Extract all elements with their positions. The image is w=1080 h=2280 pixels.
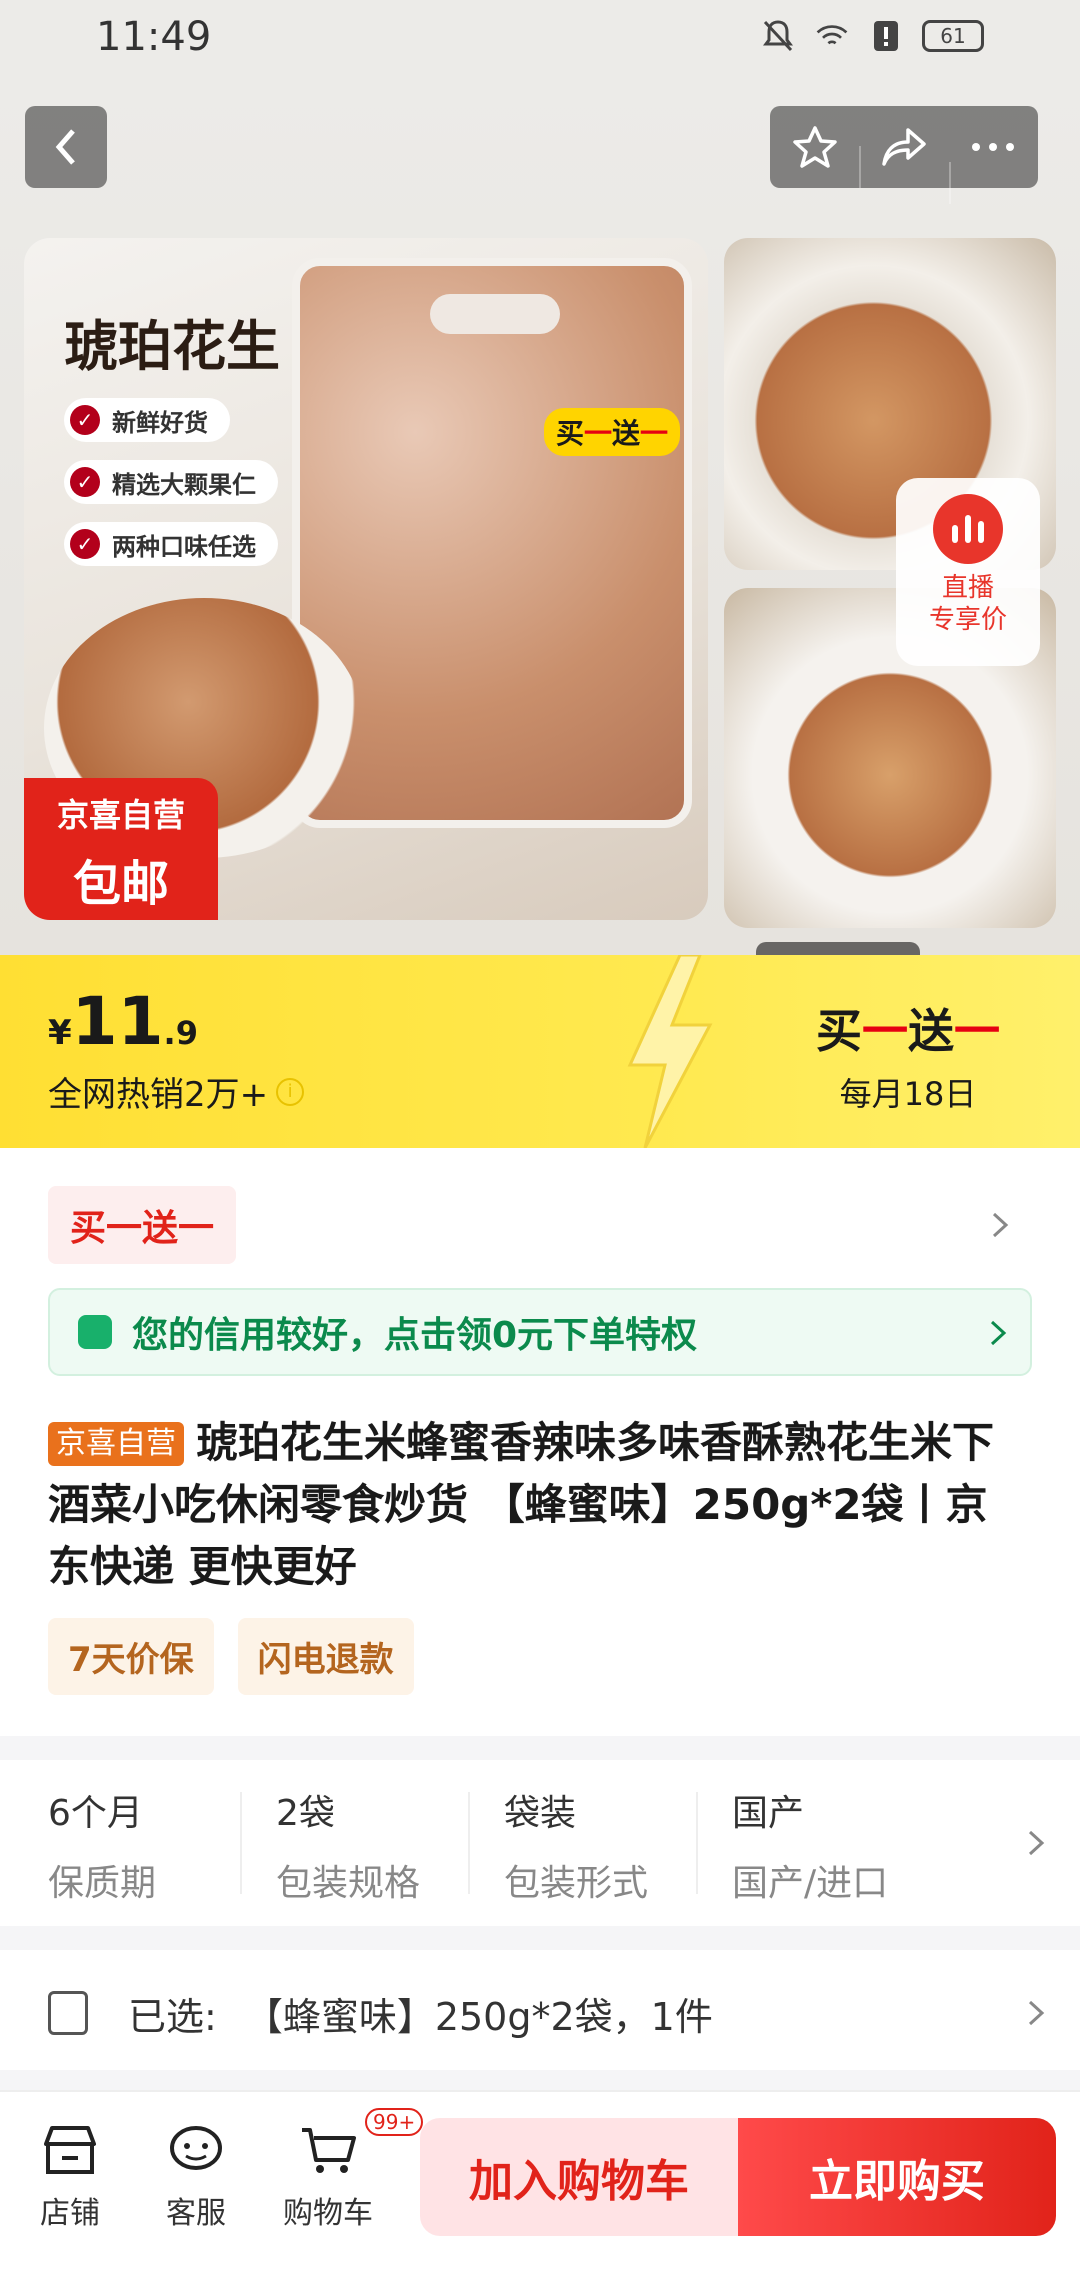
self-operated-tag: 京喜自营: [48, 1422, 184, 1466]
divider: [240, 1792, 242, 1894]
top-actions: [770, 106, 1038, 204]
selected-value: 【蜂蜜味】250g*2袋，1件: [244, 1994, 713, 2039]
shop-icon: [39, 2122, 101, 2178]
buy-now-button[interactable]: 立即购买: [738, 2118, 1056, 2236]
more-button[interactable]: [948, 142, 1038, 204]
check-icon: ✓: [70, 467, 100, 497]
check-icon: ✓: [70, 529, 100, 559]
promo-date: 每月18日: [839, 1075, 977, 1113]
selected-option-section[interactable]: 已选: 【蜂蜜味】250g*2袋，1件: [0, 1950, 1080, 2070]
selection-icon: [48, 1991, 88, 2035]
product-title: 京喜自营 琥珀花生米蜂蜜香辣味多味香酥熟花生米下酒菜小吃休闲零食炒货 【蜂蜜味】2…: [48, 1418, 995, 1591]
status-icons: 61: [760, 18, 984, 54]
chevron-right-icon: [992, 1212, 1009, 1238]
bogo-promo: 买一送一 每月18日: [816, 1004, 1000, 1113]
main-product-image[interactable]: 买一送一 琥珀花生 ✓ 新鲜好货 ✓ 精选大颗果仁 ✓ 两种口味任选 京喜自营 包邮: [24, 238, 708, 920]
cart-icon: 99+: [297, 2108, 424, 2178]
back-button[interactable]: [25, 106, 107, 188]
price: ¥11.9: [48, 983, 198, 1060]
more-icon: [972, 143, 1015, 151]
bag-handle: [430, 294, 560, 334]
check-icon: ✓: [70, 405, 100, 435]
shop-button[interactable]: 店铺: [10, 2122, 130, 2232]
chat-icon: [165, 2122, 227, 2178]
feature-chip: ✓ 新鲜好货: [64, 398, 230, 442]
status-time: 11:49: [96, 14, 212, 60]
star-icon: [792, 126, 837, 168]
bag-promo-tag: 买一送一: [544, 408, 681, 456]
promo-tag: 买一送一: [48, 1186, 237, 1264]
price-band: ¥11.9 全网热销2万+ i 买一送一 每月18日: [0, 955, 1080, 1148]
divider: [696, 1792, 698, 1894]
sim-alert-icon: [868, 18, 904, 54]
promo-row[interactable]: 买一送一: [48, 1186, 1032, 1264]
image-title: 琥珀花生: [64, 315, 280, 378]
wifi-icon: [814, 18, 850, 54]
favorite-button[interactable]: [770, 124, 859, 170]
credit-banner[interactable]: 您的信用较好，点击领0元下单特权: [48, 1288, 1032, 1376]
fast-refund-tag[interactable]: 闪电退款: [237, 1618, 414, 1695]
divider: [468, 1792, 470, 1894]
product-gallery[interactable]: 买一送一 琥珀花生 ✓ 新鲜好货 ✓ 精选大颗果仁 ✓ 两种口味任选 京喜自营 包邮 …: [0, 80, 1080, 1004]
live-price-badge[interactable]: 直播 专享价: [896, 478, 1040, 666]
cart-button[interactable]: 99+ 购物车: [268, 2108, 424, 2232]
sales-count: 全网热销2万+ i: [48, 1067, 305, 1116]
mute-icon: [760, 18, 796, 54]
feature-chip: ✓ 两种口味任选: [64, 522, 278, 566]
live-icon: [933, 494, 1003, 564]
share-icon: [882, 128, 926, 166]
chevron-left-icon: [55, 129, 75, 165]
customer-service-button[interactable]: 客服: [136, 2122, 256, 2232]
service-tags: 7天价保 闪电退款: [48, 1618, 414, 1695]
price-protect-tag[interactable]: 7天价保: [48, 1618, 214, 1695]
info-icon[interactable]: i: [276, 1077, 305, 1106]
status-bar: 11:49 61: [0, 0, 1080, 80]
feature-chip: ✓ 精选大颗果仁: [64, 460, 278, 504]
product-info-section: 买一送一 您的信用较好，点击领0元下单特权 京喜自营 琥珀花生米蜂蜜香辣味多味香酥…: [0, 1148, 1080, 1736]
chevron-right-icon: [1028, 2000, 1045, 2026]
add-to-cart-button[interactable]: 加入购物车: [420, 2118, 738, 2236]
specs-section[interactable]: 6个月 保质期 2袋 包装规格 袋装 包装形式 国产 国产/进口: [0, 1760, 1080, 1926]
free-shipping-badge: 京喜自营 包邮: [24, 778, 218, 920]
lightning-icon: [627, 955, 713, 1148]
shield-bag-icon: [78, 1315, 112, 1349]
spec-origin: 国产 国产/进口: [732, 1793, 889, 1904]
cart-count-badge: 99+: [365, 2108, 424, 2136]
chevron-right-icon: [1028, 1830, 1045, 1856]
share-button[interactable]: [859, 126, 948, 188]
bottom-action-bar: 店铺 客服 99+ 购物车 加入购物车 立即购买: [0, 2090, 1080, 2280]
selected-option-row[interactable]: 已选: 【蜂蜜味】250g*2袋，1件: [48, 1980, 1032, 2046]
battery-icon: 61: [922, 20, 984, 52]
chevron-right-icon: [990, 1320, 1007, 1346]
